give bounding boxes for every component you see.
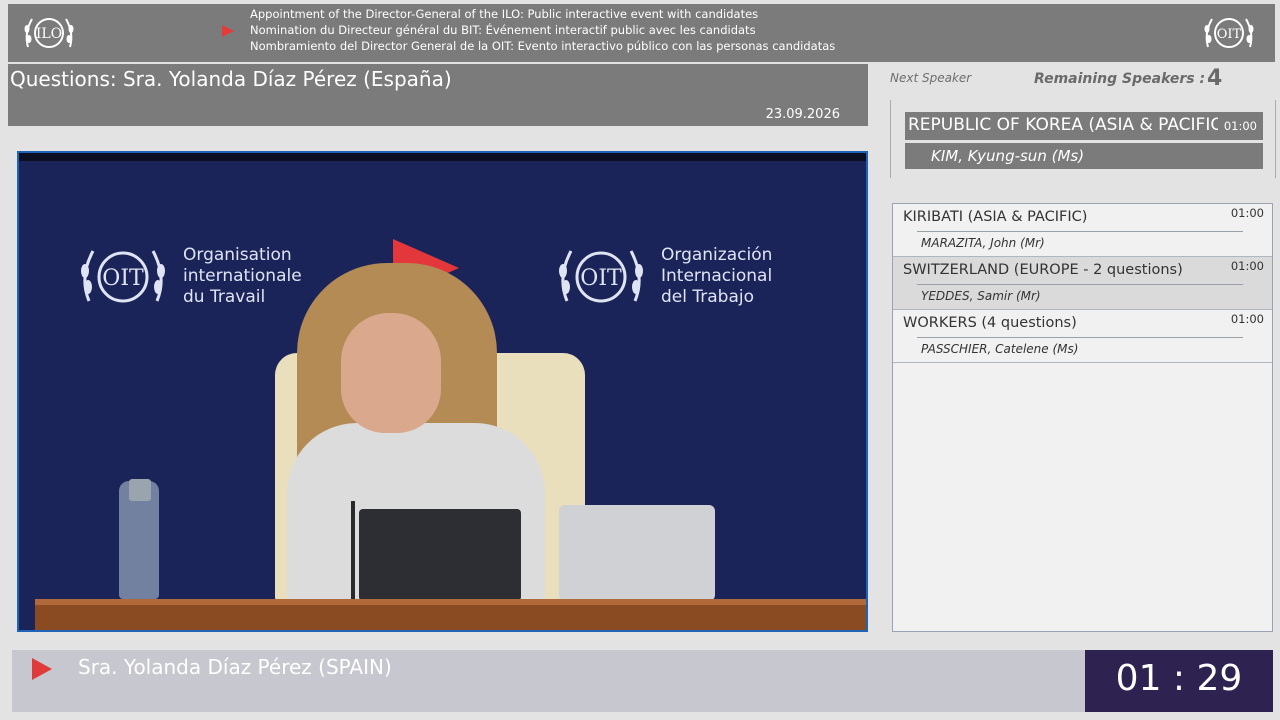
next-speaker-panel: REPUBLIC OF KOREA (ASIA & PACIFIC) 01:00…	[890, 100, 1276, 178]
queue-item-time: 01:00	[1230, 312, 1264, 326]
backdrop-text-fr: Organisation internationale du Travail	[183, 245, 302, 308]
backdrop-fr-line2: internationale	[183, 266, 302, 286]
laptop	[359, 509, 521, 601]
speaking-timer: 01 : 29	[1115, 658, 1243, 699]
svg-text:OIT: OIT	[102, 266, 144, 291]
queue-item-divider	[917, 231, 1243, 232]
oit-logo: OIT	[1204, 18, 1254, 48]
queue-item-name: YEDDES, Samir (Mr)	[921, 289, 1041, 303]
tablet	[559, 505, 715, 601]
queue-item-time: 01:00	[1230, 259, 1264, 273]
next-speaker-name: KIM, Kyung-sun (Ms)	[931, 147, 1085, 165]
backdrop-es-line1: Organización	[661, 245, 773, 265]
questions-bar: Questions: Sra. Yolanda Díaz Pérez (Espa…	[8, 64, 868, 126]
queue-item-country: WORKERS (4 questions)	[903, 315, 1077, 331]
next-speaker-country-row: REPUBLIC OF KOREA (ASIA & PACIFIC) 01:00	[905, 112, 1263, 140]
speaker-face	[341, 313, 441, 433]
queue-item-country: KIRIBATI (ASIA & PACIFIC)	[903, 209, 1088, 225]
queue-item: WORKERS (4 questions) 01:00 PASSCHIER, C…	[893, 310, 1272, 363]
speaker-queue: KIRIBATI (ASIA & PACIFIC) 01:00 MARAZITA…	[892, 203, 1273, 632]
backdrop-es-line3: del Trabajo	[661, 287, 755, 307]
svg-text:OIT: OIT	[580, 266, 622, 291]
queue-item-name: PASSCHIER, Catelene (Ms)	[921, 342, 1079, 356]
backdrop-text-es: Organización Internacional del Trabajo	[661, 245, 772, 308]
video-top-band	[19, 153, 866, 161]
video-feed: OIT Organisation internationale du Trava…	[17, 151, 868, 632]
next-speaker-country: REPUBLIC OF KOREA (ASIA & PACIFIC)	[908, 115, 1218, 135]
questions-title: Questions: Sra. Yolanda Díaz Pérez (Espa…	[10, 67, 452, 91]
svg-text:OIT: OIT	[1217, 27, 1242, 42]
event-date: 23.09.2026	[765, 107, 840, 122]
remaining-speakers-label: Remaining Speakers :	[1034, 71, 1206, 87]
next-speaker-time: 01:00	[1223, 119, 1257, 133]
queue-item: SWITZERLAND (EUROPE - 2 questions) 01:00…	[893, 257, 1272, 310]
queue-item-divider	[917, 284, 1243, 285]
queue-item-name: MARAZITA, John (Mr)	[921, 236, 1045, 250]
event-title-fr: Nomination du Directeur général du BIT: …	[250, 23, 756, 37]
event-title-en: Appointment of the Director-General of t…	[250, 7, 759, 21]
header-arrow-icon	[222, 25, 234, 37]
ilo-logo: ILO	[24, 18, 74, 48]
water-bottle-cap	[129, 479, 151, 501]
current-speaker-name: Sra. Yolanda Díaz Pérez (SPAIN)	[78, 655, 392, 679]
current-speaker-bar: Sra. Yolanda Díaz Pérez (SPAIN)	[12, 650, 1085, 712]
event-header: ILO Appointment of the Director-General …	[8, 4, 1275, 62]
oit-emblem-icon: OIT	[81, 250, 165, 303]
queue-item-divider	[917, 337, 1243, 338]
oit-emblem-icon: OIT	[559, 250, 643, 303]
backdrop-fr-line1: Organisation	[183, 245, 292, 265]
backdrop-es-line2: Internacional	[661, 266, 773, 286]
microphone	[351, 501, 355, 601]
svg-text:ILO: ILO	[36, 26, 62, 42]
current-speaker-arrow-icon	[32, 658, 52, 680]
queue-item: KIRIBATI (ASIA & PACIFIC) 01:00 MARAZITA…	[893, 204, 1272, 257]
desk-edge	[35, 599, 866, 605]
next-speaker-name-row: KIM, Kyung-sun (Ms)	[905, 143, 1263, 169]
queue-item-time: 01:00	[1230, 206, 1264, 220]
remaining-speakers-count: 4	[1207, 66, 1223, 91]
backdrop-fr-line3: du Travail	[183, 287, 266, 307]
speaking-timer-box: 01 : 29	[1085, 650, 1273, 712]
next-speaker-label: Next Speaker	[890, 71, 972, 85]
event-title-es: Nombramiento del Director General de la …	[250, 39, 836, 53]
queue-item-country: SWITZERLAND (EUROPE - 2 questions)	[903, 262, 1183, 278]
